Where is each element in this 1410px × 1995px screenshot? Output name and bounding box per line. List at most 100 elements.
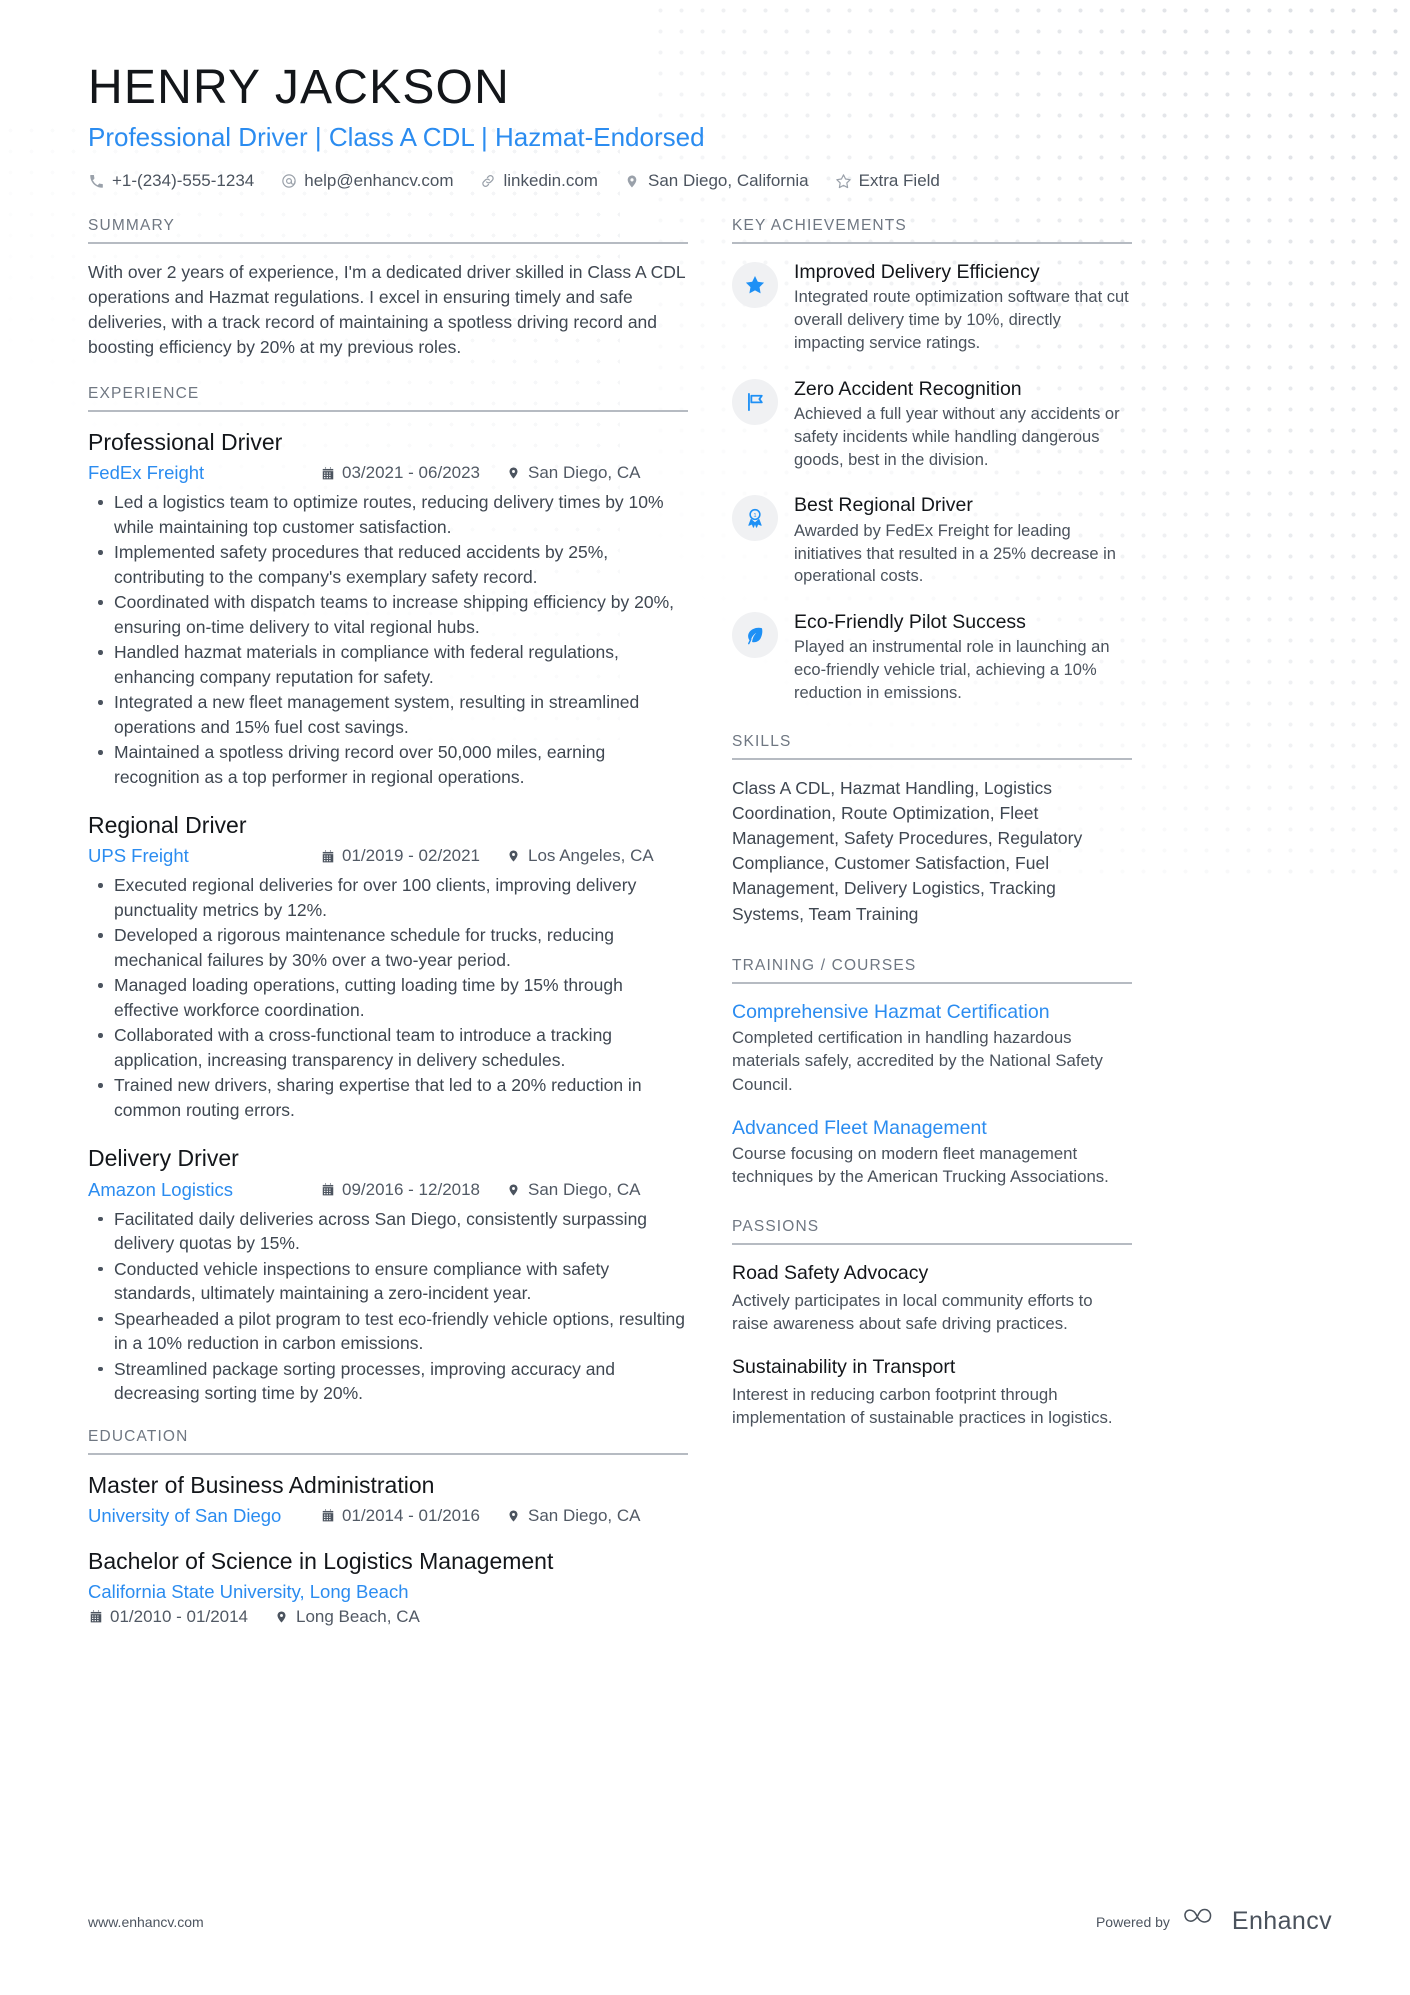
education-degree: Master of Business Administration — [88, 1471, 435, 1498]
education-school-row: California State University, Long Beach — [88, 1581, 688, 1603]
education-dates: 01/2014 - 01/2016 — [320, 1506, 480, 1526]
calendar-icon — [320, 1508, 335, 1524]
list-item: Managed loading operations, cutting load… — [98, 973, 688, 1022]
passion-item: Sustainability in Transport Interest in … — [732, 1355, 1132, 1429]
footer-url[interactable]: www.enhancv.com — [88, 1914, 204, 1930]
education-meta: 01/2010 - 01/2014 Long Beach, CA — [88, 1607, 688, 1627]
training-item: Comprehensive Hazmat Certification Compl… — [732, 1000, 1132, 1096]
achievement-badge: 1 — [732, 495, 778, 542]
summary-section: SUMMARY With over 2 years of experience,… — [88, 217, 688, 359]
education-dates: 01/2010 - 01/2014 — [88, 1607, 248, 1627]
achievement-item: 1 Best Regional Driver Awarded by FedEx … — [732, 493, 1132, 588]
calendar-icon — [320, 848, 335, 864]
resume-header: HENRY JACKSON Professional Driver | Clas… — [88, 62, 1332, 191]
leaf-badge-icon — [744, 624, 766, 646]
list-item: Maintained a spotless driving record ove… — [98, 740, 688, 789]
achievement-item: Zero Accident Recognition Achieved a ful… — [732, 377, 1132, 472]
enhancv-mark-icon — [1183, 1906, 1223, 1937]
experience-meta: FedEx Freight 03/2021 - 06/2023 San Dieg… — [88, 462, 688, 484]
experience-location: San Diego, CA — [506, 1180, 640, 1200]
location-icon — [506, 1182, 521, 1198]
experience-role: Professional Driver — [88, 429, 283, 456]
calendar-icon — [320, 1182, 335, 1198]
achievement-desc: Integrated route optimization software t… — [794, 288, 1129, 352]
experience-entry: Regional Driver UPS Freight 01/2019 - 02… — [88, 811, 688, 1122]
training-item: Advanced Fleet Management Course focusin… — [732, 1116, 1132, 1189]
flag-badge-icon — [744, 391, 766, 413]
contact-extra-field: Extra Field — [835, 171, 940, 191]
phone-icon — [88, 173, 105, 190]
email-icon — [280, 173, 297, 190]
education-location-text: Long Beach, CA — [296, 1606, 420, 1626]
experience-location: Los Angeles, CA — [506, 846, 654, 866]
experience-bullets: Led a logistics team to optimize routes,… — [88, 490, 688, 789]
education-location: San Diego, CA — [506, 1506, 640, 1526]
list-item: Streamlined package sorting processes, i… — [98, 1357, 688, 1406]
achievement-title: Best Regional Driver — [794, 494, 973, 517]
experience-dates-text: 03/2021 - 06/2023 — [342, 463, 481, 483]
education-section-title: EDUCATION — [88, 1428, 688, 1455]
contact-link[interactable]: linkedin.com — [479, 171, 598, 191]
powered-by-label: Powered by — [1095, 1913, 1170, 1930]
achievement-badge — [732, 378, 778, 425]
training-section: TRAINING / COURSES Comprehensive Hazmat … — [732, 957, 1132, 1189]
education-school[interactable]: University of San Diego — [88, 1505, 320, 1527]
education-dates-text: 01/2014 - 01/2016 — [342, 1505, 481, 1525]
passion-desc: Interest in reducing carbon footprint th… — [732, 1384, 1113, 1427]
achievement-desc: Achieved a full year without any acciden… — [794, 405, 1120, 469]
page-footer: www.enhancv.com Powered by Enhancv — [88, 1906, 1332, 1937]
location-icon — [624, 173, 641, 190]
education-school[interactable]: California State University, Long Beach — [88, 1581, 409, 1603]
training-name[interactable]: Comprehensive Hazmat Certification — [732, 1000, 1132, 1024]
training-name[interactable]: Advanced Fleet Management — [732, 1116, 1132, 1140]
experience-role: Regional Driver — [88, 812, 247, 839]
experience-company[interactable]: UPS Freight — [88, 845, 320, 867]
experience-location-text: San Diego, CA — [528, 1179, 641, 1199]
list-item: Handled hazmat materials in compliance w… — [98, 640, 688, 689]
achievement-badge — [732, 612, 778, 659]
passion-desc: Actively participates in local community… — [732, 1290, 1093, 1333]
achievement-desc: Awarded by FedEx Freight for leading ini… — [794, 521, 1116, 586]
education-entry: Bachelor of Science in Logistics Managem… — [88, 1547, 688, 1627]
skills-section-title: SKILLS — [732, 733, 1132, 760]
contact-phone-text: +1-(234)-555-1234 — [112, 171, 255, 191]
achievement-item: Eco-Friendly Pilot Success Played an ins… — [732, 610, 1132, 705]
right-column: KEY ACHIEVEMENTS Improved Delivery Effic… — [732, 217, 1132, 1449]
achievement-item: Improved Delivery Efficiency Integrated … — [732, 260, 1132, 355]
experience-dates: 09/2016 - 12/2018 — [320, 1180, 480, 1200]
contact-location: San Diego, California — [624, 171, 809, 191]
experience-meta: UPS Freight 01/2019 - 02/2021 Los Angele… — [88, 845, 688, 867]
experience-dates: 01/2019 - 02/2021 — [320, 846, 480, 866]
passions-section-title: PASSIONS — [732, 1218, 1132, 1246]
list-item: Integrated a new fleet management system… — [98, 690, 688, 739]
location-icon — [506, 465, 521, 481]
candidate-headline: Professional Driver | Class A CDL | Hazm… — [88, 121, 705, 152]
experience-entry: Delivery Driver Amazon Logistics 09/2016… — [88, 1144, 688, 1405]
list-item: Spearheaded a pilot program to test eco-… — [98, 1307, 688, 1356]
experience-entry: Professional Driver FedEx Freight 03/202… — [88, 428, 688, 789]
calendar-icon — [88, 1609, 103, 1625]
contact-email[interactable]: help@enhancv.com — [280, 171, 453, 191]
contact-phone[interactable]: +1-(234)-555-1234 — [88, 171, 254, 191]
experience-dates-text: 09/2016 - 12/2018 — [342, 1179, 481, 1199]
experience-bullets: Facilitated daily deliveries across San … — [88, 1207, 688, 1406]
education-degree: Bachelor of Science in Logistics Managem… — [88, 1547, 554, 1574]
passion-item: Road Safety Advocacy Actively participat… — [732, 1261, 1132, 1335]
education-location-text: San Diego, CA — [528, 1505, 641, 1525]
experience-company[interactable]: Amazon Logistics — [88, 1179, 320, 1201]
enhancv-logo: Enhancv — [1183, 1906, 1332, 1937]
achievement-title: Improved Delivery Efficiency — [794, 261, 1040, 284]
bottom-spacer — [88, 1649, 688, 1799]
experience-company[interactable]: FedEx Freight — [88, 462, 320, 484]
calendar-icon — [320, 465, 335, 481]
key-achievements-section: KEY ACHIEVEMENTS Improved Delivery Effic… — [732, 217, 1132, 705]
list-item: Executed regional deliveries for over 10… — [98, 873, 688, 922]
experience-section-title: EXPERIENCE — [88, 385, 688, 413]
achievement-title: Eco-Friendly Pilot Success — [794, 611, 1026, 634]
education-entry: Master of Business Administration Univer… — [88, 1471, 688, 1527]
education-section: EDUCATION Master of Business Administrat… — [88, 1428, 688, 1627]
award-badge-icon: 1 — [744, 507, 766, 529]
list-item: Developed a rigorous maintenance schedul… — [98, 923, 688, 972]
list-item: Collaborated with a cross-functional tea… — [98, 1023, 688, 1072]
contact-link-text: linkedin.com — [503, 171, 598, 191]
